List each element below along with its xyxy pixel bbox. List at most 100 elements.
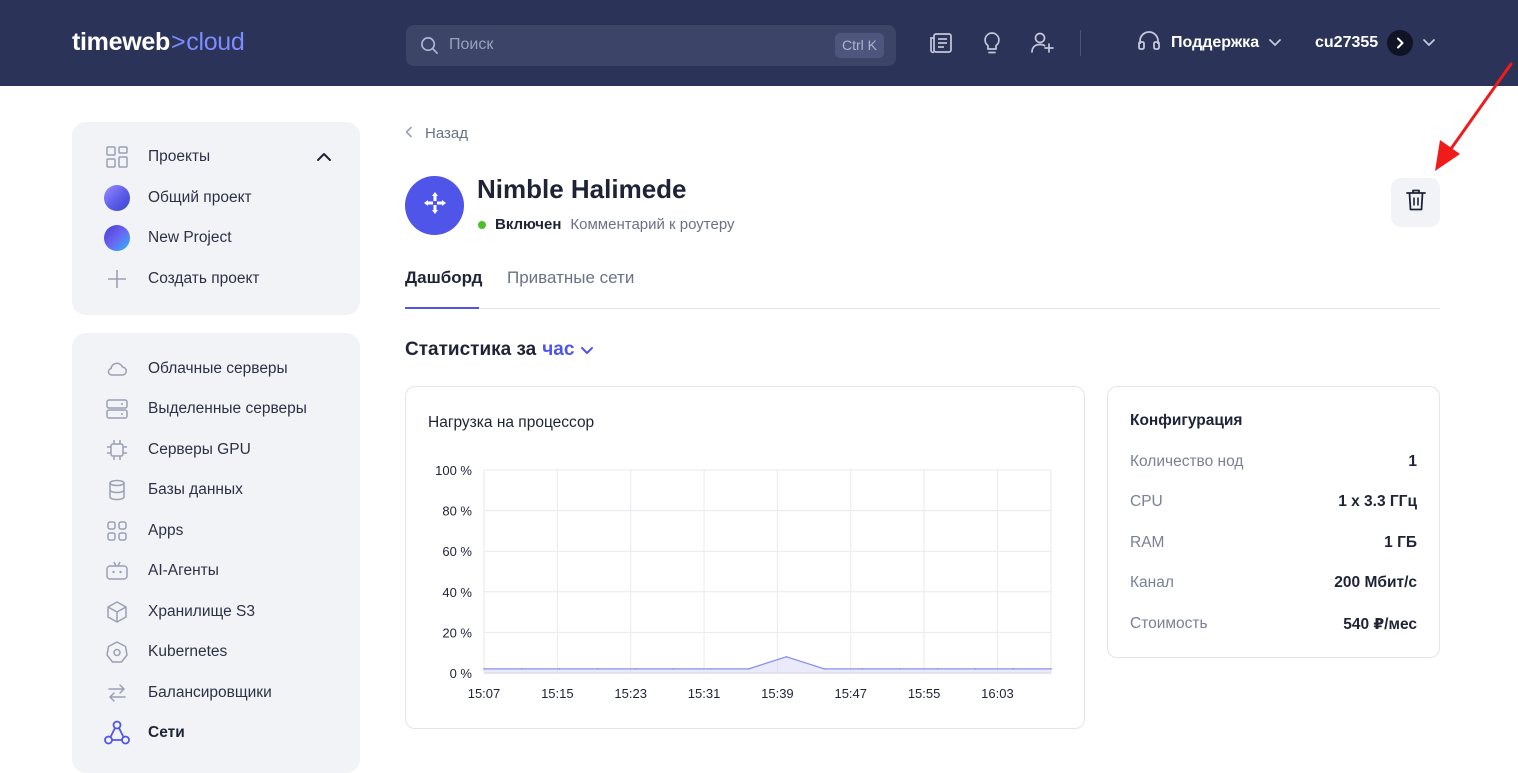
sidebar-item-apps[interactable]: Apps bbox=[104, 518, 183, 544]
data-point bbox=[634, 668, 636, 670]
cpu-chart-card: Нагрузка на процессор 0 % 20 % 40 % 60 % 80 … bbox=[405, 386, 1085, 729]
chevron-down-icon bbox=[1422, 34, 1436, 52]
project-avatar-icon bbox=[104, 225, 130, 251]
chevron-right-icon bbox=[1387, 30, 1414, 56]
data-point bbox=[974, 668, 977, 670]
x-tick-label: 15:39 bbox=[761, 686, 794, 701]
data-point bbox=[1012, 668, 1014, 670]
status-badge: Включен bbox=[495, 216, 562, 233]
search-icon bbox=[420, 36, 439, 60]
user-menu[interactable]: cu27355 bbox=[1315, 30, 1436, 56]
add-user-icon[interactable] bbox=[1029, 30, 1055, 61]
divider bbox=[1080, 30, 1081, 56]
sidebar-item-kubernetes[interactable]: Kubernetes bbox=[104, 639, 227, 665]
tab-private-networks[interactable]: Приватные сети bbox=[507, 268, 634, 288]
data-point bbox=[1050, 668, 1052, 670]
status-line: Включен Комментарий к роутеру bbox=[478, 216, 735, 233]
cube-icon bbox=[104, 599, 130, 625]
page-title: Nimble Halimede bbox=[477, 174, 687, 204]
headset-icon bbox=[1136, 28, 1162, 59]
data-point bbox=[483, 668, 485, 670]
status-dot bbox=[478, 220, 486, 229]
x-tick-label: 16:03 bbox=[981, 686, 1014, 701]
stats-period-selector[interactable]: Статистика за час bbox=[405, 339, 594, 361]
chevron-down-icon bbox=[1268, 34, 1282, 52]
x-tick-label: 15:23 bbox=[614, 686, 647, 701]
delete-button[interactable] bbox=[1391, 178, 1440, 227]
x-tick-label: 15:31 bbox=[688, 686, 721, 701]
stats-period-value: час bbox=[542, 339, 575, 360]
lightbulb-icon[interactable] bbox=[979, 30, 1005, 61]
y-tick-label: 60 % bbox=[442, 544, 472, 559]
router-icon bbox=[422, 190, 448, 221]
sidebar-item-project[interactable]: Общий проект bbox=[104, 185, 252, 211]
annotation-arrow bbox=[1435, 62, 1513, 171]
robot-icon bbox=[104, 558, 130, 584]
data-point bbox=[521, 668, 523, 670]
sidebar-item-networks[interactable]: Сети bbox=[104, 720, 185, 746]
chevron-up-icon[interactable] bbox=[316, 150, 332, 168]
search-input[interactable]: Поиск Ctrl K bbox=[406, 25, 896, 66]
sidebar-item-databases[interactable]: Базы данных bbox=[104, 477, 243, 503]
sidebar-item-balancers[interactable]: Балансировщики bbox=[104, 680, 272, 706]
sidebar-item-gpu-servers[interactable]: Серверы GPU bbox=[104, 437, 251, 463]
x-tick-label: 15:07 bbox=[468, 686, 501, 701]
data-point bbox=[785, 655, 788, 658]
support-menu[interactable]: Поддержка bbox=[1136, 30, 1282, 56]
data-point bbox=[710, 668, 712, 670]
data-point bbox=[823, 668, 825, 670]
active-tab-indicator bbox=[405, 307, 479, 309]
router-avatar bbox=[405, 176, 464, 235]
config-row-channel: Канал 200 Мбит/с bbox=[1130, 574, 1417, 591]
sidebar-item-cloud-servers[interactable]: Облачные серверы bbox=[104, 356, 288, 382]
news-icon[interactable] bbox=[929, 30, 955, 61]
projects-panel: Проекты Общий проект New Project Создать… bbox=[72, 122, 360, 315]
chevron-left-icon bbox=[405, 125, 413, 142]
y-tick-label: 20 % bbox=[442, 625, 472, 640]
config-title: Конфигурация bbox=[1130, 412, 1243, 429]
sidebar-item-project[interactable]: New Project bbox=[104, 225, 232, 251]
router-comment[interactable]: Комментарий к роутеру bbox=[570, 216, 734, 233]
y-tick-label: 40 % bbox=[442, 585, 472, 600]
trash-icon bbox=[1405, 188, 1427, 217]
tab-bar: Дашборд Приватные сети bbox=[405, 262, 1440, 309]
cloud-icon bbox=[104, 356, 130, 382]
database-icon bbox=[104, 477, 130, 503]
x-tick-label: 15:55 bbox=[908, 686, 941, 701]
balancer-icon bbox=[104, 680, 130, 706]
data-point bbox=[596, 668, 599, 670]
data-point bbox=[936, 668, 939, 670]
create-project-button[interactable]: Создать проект bbox=[104, 266, 260, 292]
x-tick-label: 15:47 bbox=[834, 686, 867, 701]
chevron-down-icon bbox=[580, 339, 594, 361]
chip-icon bbox=[104, 437, 130, 463]
search-placeholder: Поиск bbox=[449, 36, 494, 53]
config-row-price: Стоимость 540 ₽/мес bbox=[1130, 615, 1417, 633]
series-area bbox=[484, 656, 1051, 673]
back-link[interactable]: Назад bbox=[405, 125, 468, 142]
config-row-cpu: CPU 1 x 3.3 ГГц bbox=[1130, 493, 1417, 510]
project-avatar-icon bbox=[104, 185, 130, 211]
top-bar: timeweb>cloud Поиск Ctrl K Поддержка cu2… bbox=[0, 0, 1518, 86]
projects-header[interactable]: Проекты bbox=[104, 144, 332, 170]
sidebar-item-s3-storage[interactable]: Хранилище S3 bbox=[104, 599, 255, 625]
logo[interactable]: timeweb>cloud bbox=[72, 28, 245, 57]
kubernetes-icon bbox=[104, 639, 130, 665]
server-icon bbox=[104, 396, 130, 422]
data-point bbox=[861, 668, 863, 670]
x-tick-label: 15:15 bbox=[541, 686, 574, 701]
y-tick-label: 0 % bbox=[450, 666, 473, 681]
projects-label: Проекты bbox=[148, 148, 211, 165]
data-point bbox=[747, 668, 750, 670]
tab-dashboard[interactable]: Дашборд bbox=[405, 268, 482, 288]
grid-icon bbox=[104, 144, 130, 170]
config-card: Конфигурация Количество нод 1 CPU 1 x 3.… bbox=[1107, 386, 1440, 658]
services-panel: Облачные серверы Выделенные серверы Серв… bbox=[72, 333, 360, 773]
y-tick-label: 100 % bbox=[435, 463, 472, 478]
plus-icon bbox=[104, 266, 130, 292]
network-icon bbox=[104, 720, 130, 746]
sidebar-item-dedicated-servers[interactable]: Выделенные серверы bbox=[104, 396, 307, 422]
support-label: Поддержка bbox=[1171, 34, 1260, 51]
sidebar-item-ai-agents[interactable]: AI-Агенты bbox=[104, 558, 219, 584]
search-shortcut: Ctrl K bbox=[835, 33, 884, 58]
